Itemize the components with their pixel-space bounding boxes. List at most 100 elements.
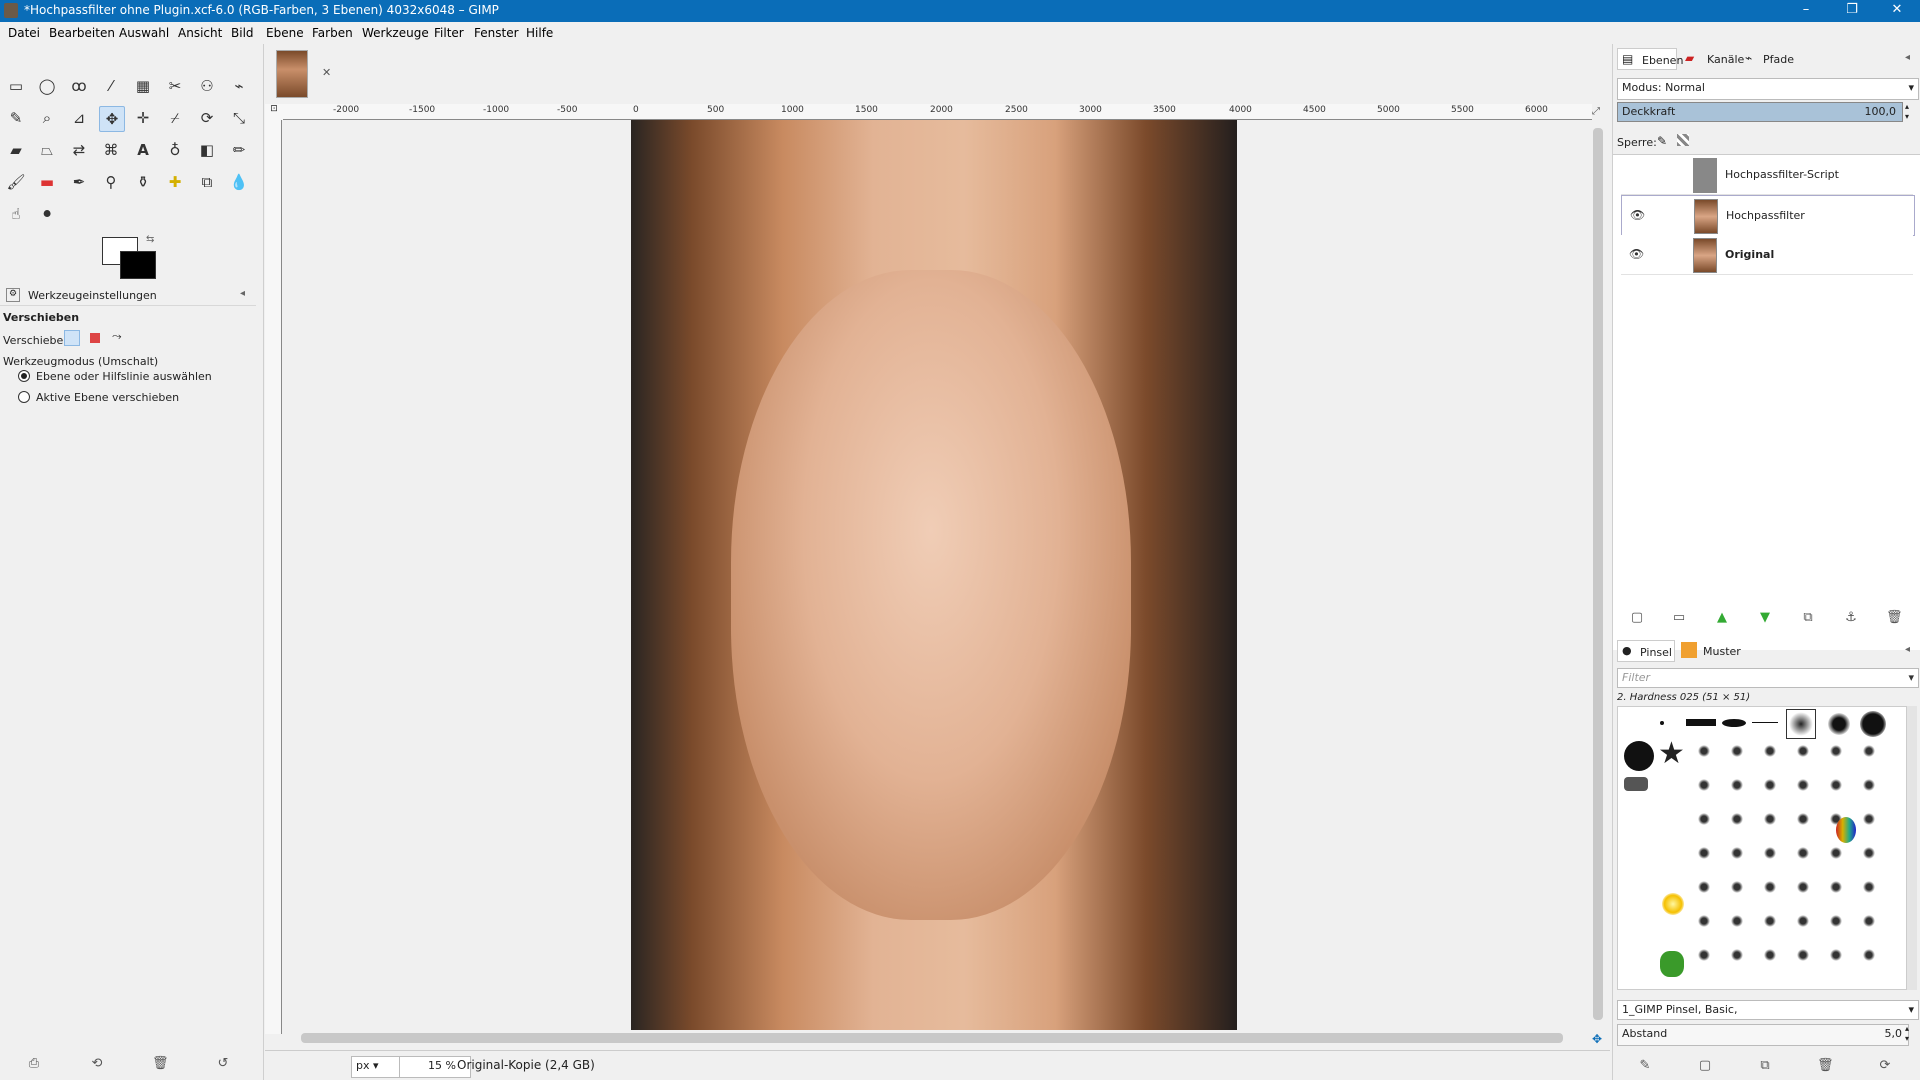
- lock-alpha-icon[interactable]: [1677, 134, 1689, 146]
- menu-datei[interactable]: Datei: [8, 26, 40, 40]
- brush-item[interactable]: [1722, 719, 1746, 727]
- flip-tool-icon[interactable]: ⇄: [67, 138, 91, 162]
- reset-tool-options-icon[interactable]: ↺: [215, 1056, 231, 1072]
- background-color-swatch[interactable]: [120, 251, 156, 279]
- move-selection-icon[interactable]: [90, 333, 100, 343]
- blur-tool-icon[interactable]: 💧: [227, 170, 251, 194]
- perspective-tool-icon[interactable]: ⏢: [35, 138, 59, 162]
- radio-pick-layer[interactable]: [18, 370, 30, 382]
- image-tab-thumbnail[interactable]: [276, 50, 308, 98]
- opacity-spinner[interactable]: ▴ ▾: [1905, 102, 1915, 122]
- tab-paths[interactable]: ⌁ Pfade: [1743, 48, 1799, 70]
- tab-brushes[interactable]: ● Pinsel: [1617, 640, 1675, 662]
- menu-hilfe[interactable]: Hilfe: [526, 26, 553, 40]
- menu-filter[interactable]: Filter: [434, 26, 464, 40]
- zoom-to-fit-icon[interactable]: ⤢: [1592, 106, 1600, 117]
- delete-layer-icon[interactable]: 🗑: [1886, 610, 1903, 626]
- crop-tool-icon[interactable]: ⌿: [163, 106, 187, 130]
- layer-list[interactable]: Hochpassfilter-Script 👁 Hochpassfilter 👁…: [1613, 154, 1920, 650]
- color-select-tool-icon[interactable]: ▦: [131, 74, 155, 98]
- brush-item-star[interactable]: ★: [1658, 739, 1685, 769]
- raise-layer-icon[interactable]: ▲: [1714, 610, 1730, 626]
- vertical-scrollbar[interactable]: [1590, 120, 1606, 1034]
- paths-tool-icon[interactable]: ⌁: [227, 74, 251, 98]
- new-brush-icon[interactable]: ▢: [1697, 1058, 1713, 1074]
- layer-row-hochpassfilter[interactable]: 👁 Hochpassfilter: [1621, 195, 1915, 236]
- close-image-tab-icon[interactable]: ✕: [322, 66, 331, 79]
- ink-tool-icon[interactable]: ⚲: [99, 170, 123, 194]
- delete-tool-preset-icon[interactable]: 🗑: [152, 1056, 169, 1072]
- smudge-tool-icon[interactable]: ☝: [4, 202, 28, 226]
- restore-button[interactable]: ❐: [1829, 0, 1875, 22]
- clone-tool-icon[interactable]: ⚱: [131, 170, 155, 194]
- rect-select-tool-icon[interactable]: ▭: [4, 74, 28, 98]
- color-picker-tool-icon[interactable]: ✎: [4, 106, 28, 130]
- swap-colors-icon[interactable]: ⇆: [146, 234, 154, 245]
- duplicate-layer-icon[interactable]: ⧉: [1800, 610, 1816, 626]
- scale-tool-icon[interactable]: ⤡: [227, 106, 251, 130]
- new-layer-icon[interactable]: ▢: [1629, 610, 1645, 626]
- layer-mode-select[interactable]: Modus: Normal ▾: [1617, 78, 1919, 100]
- brush-item[interactable]: [1860, 711, 1886, 737]
- edit-brush-icon[interactable]: ✎: [1637, 1058, 1653, 1074]
- brush-item[interactable]: [1624, 777, 1648, 791]
- move-path-icon[interactable]: ⤳: [112, 329, 122, 344]
- pencil-tool-icon[interactable]: ✏: [227, 138, 251, 162]
- delete-brush-icon[interactable]: 🗑: [1817, 1058, 1834, 1074]
- new-layer-group-icon[interactable]: ▭: [1671, 610, 1687, 626]
- zoom-tool-icon[interactable]: ⌕: [35, 106, 59, 130]
- brush-grid[interactable]: ★: [1617, 706, 1907, 990]
- minimize-button[interactable]: –: [1783, 0, 1829, 22]
- menu-bild[interactable]: Bild: [231, 26, 254, 40]
- brush-item-pepper[interactable]: [1660, 951, 1684, 977]
- lasso-tool-icon[interactable]: ꝏ: [67, 74, 91, 98]
- brush-grid-scrollbar[interactable]: [1907, 706, 1917, 990]
- ruler-corner-icon[interactable]: ⊡: [265, 104, 283, 120]
- menu-ansicht[interactable]: Ansicht: [178, 26, 222, 40]
- move-tool-icon[interactable]: ✥: [99, 106, 125, 132]
- horizontal-scrollbar[interactable]: [283, 1030, 1586, 1046]
- layer-row-hochpassfilter-script[interactable]: Hochpassfilter-Script: [1621, 155, 1913, 195]
- horizontal-scroll-thumb[interactable]: [301, 1033, 1563, 1043]
- heal-tool-icon[interactable]: ✚: [163, 170, 187, 194]
- brush-item[interactable]: [1624, 741, 1654, 771]
- ellipse-select-tool-icon[interactable]: ◯: [35, 74, 59, 98]
- navigate-icon[interactable]: ✥: [1592, 1032, 1602, 1046]
- lower-layer-icon[interactable]: ▼: [1757, 610, 1773, 626]
- rotate-tool-icon[interactable]: ⟳: [195, 106, 219, 130]
- lock-pixels-icon[interactable]: ✎: [1657, 134, 1667, 148]
- brush-item[interactable]: [1752, 722, 1778, 723]
- foreground-select-tool-icon[interactable]: ⚇: [195, 74, 219, 98]
- brush-item[interactable]: [1660, 721, 1664, 725]
- paintbrush-tool-icon[interactable]: 🖌: [4, 170, 28, 194]
- brush-item[interactable]: [1828, 713, 1850, 735]
- eye-icon[interactable]: 👁: [1629, 247, 1644, 261]
- vertical-ruler[interactable]: [265, 120, 282, 1034]
- menu-farben[interactable]: Farben: [312, 26, 353, 40]
- panel-menu-icon[interactable]: ◂: [240, 288, 245, 299]
- vertical-scroll-thumb[interactable]: [1593, 128, 1603, 1020]
- tool-options-tab[interactable]: Werkzeugeinstellungen: [28, 289, 157, 302]
- text-tool-icon[interactable]: A: [131, 138, 155, 162]
- refresh-brushes-icon[interactable]: ⟳: [1877, 1058, 1893, 1074]
- opacity-slider[interactable]: Deckkraft 100,0: [1617, 102, 1903, 122]
- tab-channels[interactable]: ▰ Kanäle: [1683, 48, 1744, 70]
- measure-tool-icon[interactable]: ⊿: [67, 106, 91, 130]
- save-tool-preset-icon[interactable]: ⎙: [26, 1056, 42, 1072]
- cage-transform-tool-icon[interactable]: ⌘: [99, 138, 123, 162]
- anchor-layer-icon[interactable]: ⚓: [1843, 610, 1859, 626]
- radio-move-active[interactable]: [18, 391, 30, 403]
- bucket-fill-tool-icon[interactable]: ♁: [163, 138, 187, 162]
- menu-bearbeiten[interactable]: Bearbeiten: [49, 26, 115, 40]
- menu-werkzeuge[interactable]: Werkzeuge: [362, 26, 429, 40]
- restore-tool-preset-icon[interactable]: ⟲: [89, 1056, 105, 1072]
- eraser-tool-icon[interactable]: ▬: [35, 170, 59, 194]
- brush-set-select[interactable]: 1_GIMP Pinsel, Basic, ▾: [1617, 1000, 1919, 1020]
- tab-patterns[interactable]: Muster: [1679, 640, 1741, 662]
- brush-filter-input[interactable]: Filter ▾: [1617, 668, 1919, 688]
- horizontal-ruler[interactable]: -2000 -1500 -1000 -500 0 500 1000 1500 2…: [283, 104, 1592, 120]
- brushes-panel-menu-icon[interactable]: ◂: [1905, 644, 1910, 655]
- unit-select[interactable]: px ▾: [351, 1056, 401, 1078]
- shear-tool-icon[interactable]: ▰: [4, 138, 28, 162]
- layers-panel-menu-icon[interactable]: ◂: [1905, 52, 1910, 63]
